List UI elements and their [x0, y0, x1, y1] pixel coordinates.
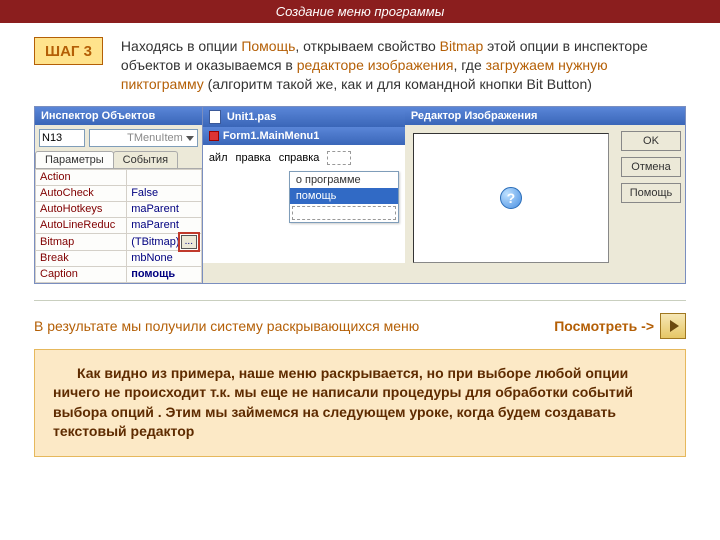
- image-canvas: ?: [413, 133, 609, 263]
- mainmenu-designer-title: Form1.MainMenu1: [203, 127, 405, 145]
- dropdown-menu: о программе помощь: [289, 171, 399, 223]
- table-row: BreakmbNone: [36, 250, 202, 266]
- prop-val[interactable]: помощь: [127, 266, 202, 282]
- intro-hl-editor: редакторе изображения: [297, 57, 454, 73]
- prop-key: AutoLineReduc: [36, 217, 127, 233]
- image-editor-panel: Редактор Изображения ? OK Отмена Помощь: [405, 106, 686, 284]
- result-text: В результате мы получили систему раскрыв…: [34, 318, 419, 334]
- dropdown-item-about[interactable]: о программе: [290, 172, 398, 188]
- table-row: Action: [36, 169, 202, 185]
- menu-file[interactable]: айл: [209, 152, 228, 164]
- bitmap-text: (TBitmap): [131, 236, 179, 248]
- note-box: Как видно из примера, наше меню раскрыва…: [34, 349, 686, 457]
- table-row: AutoCheckFalse: [36, 185, 202, 201]
- intro-t1: Находясь в опции: [121, 38, 241, 54]
- note-text: Как видно из примера, наше меню раскрыва…: [53, 364, 667, 442]
- table-row: Captionпомощь: [36, 266, 202, 282]
- play-icon[interactable]: [660, 313, 686, 339]
- unit-tab[interactable]: Unit1.pas: [227, 111, 277, 123]
- ide-panel: Unit1.pas Form1.MainMenu1 айл правка спр…: [203, 106, 405, 284]
- cancel-button[interactable]: Отмена: [621, 157, 681, 177]
- step-badge: ШАГ 3: [34, 37, 103, 65]
- composite-screenshot: Инспектор Объектов TMenuItem Параметры С…: [34, 106, 686, 284]
- table-row-bitmap: Bitmap (TBitmap) ...: [36, 233, 202, 250]
- object-name-input[interactable]: [39, 129, 85, 147]
- prop-val[interactable]: [127, 169, 202, 185]
- image-editor-title: Редактор Изображения: [405, 107, 685, 125]
- prop-val[interactable]: maParent: [127, 217, 202, 233]
- ide-tab-bar: Unit1.pas: [203, 107, 405, 127]
- prop-val[interactable]: False: [127, 185, 202, 201]
- intro-t5: (алгоритм такой же, как и для командной …: [204, 76, 592, 92]
- prop-key: AutoCheck: [36, 185, 127, 201]
- see-link[interactable]: Посмотреть ->: [554, 313, 686, 339]
- intro-t2: , открываем свойство: [295, 38, 439, 54]
- menu-placeholder[interactable]: [327, 151, 351, 165]
- menu-bar: айл правка справка: [209, 149, 399, 171]
- intro-hl-help: Помощь: [241, 38, 295, 54]
- object-inspector-title: Инспектор Объектов: [35, 107, 202, 125]
- help-button[interactable]: Помощь: [621, 183, 681, 203]
- divider: [34, 300, 686, 301]
- prop-key: Break: [36, 250, 127, 266]
- prop-key: Caption: [36, 266, 127, 282]
- tab-events[interactable]: События: [113, 151, 178, 168]
- ellipsis-button[interactable]: ...: [181, 235, 197, 249]
- prop-key: Action: [36, 169, 127, 185]
- intro-paragraph: Находясь в опции Помощь, открываем свойс…: [121, 37, 686, 94]
- table-row: AutoLineReducmaParent: [36, 217, 202, 233]
- see-label: Посмотреть ->: [554, 318, 654, 334]
- mainmenu-caption: Form1.MainMenu1: [223, 130, 320, 142]
- menu-edit[interactable]: правка: [236, 152, 271, 164]
- page-title: Создание меню программы: [0, 0, 720, 23]
- app-icon: [209, 131, 219, 141]
- prop-key: Bitmap: [36, 233, 127, 250]
- object-type-combo[interactable]: TMenuItem: [89, 129, 198, 147]
- prop-val[interactable]: maParent: [127, 201, 202, 217]
- file-icon: [209, 110, 221, 124]
- question-icon: ?: [500, 187, 522, 209]
- prop-val[interactable]: mbNone: [127, 250, 202, 266]
- object-inspector-panel: Инспектор Объектов TMenuItem Параметры С…: [34, 106, 203, 284]
- property-grid: Action AutoCheckFalse AutoHotkeysmaParen…: [35, 169, 202, 283]
- table-row: AutoHotkeysmaParent: [36, 201, 202, 217]
- intro-hl-bitmap: Bitmap: [440, 38, 484, 54]
- ok-button[interactable]: OK: [621, 131, 681, 151]
- content-area: ШАГ 3 Находясь в опции Помощь, открываем…: [0, 23, 720, 467]
- tab-params[interactable]: Параметры: [35, 151, 114, 168]
- menu-help[interactable]: справка: [279, 152, 320, 164]
- intro-t4: , где: [454, 57, 486, 73]
- dropdown-placeholder[interactable]: [292, 206, 396, 220]
- dropdown-item-help[interactable]: помощь: [290, 188, 398, 204]
- prop-key: AutoHotkeys: [36, 201, 127, 217]
- prop-val-bitmap[interactable]: (TBitmap) ...: [127, 233, 202, 250]
